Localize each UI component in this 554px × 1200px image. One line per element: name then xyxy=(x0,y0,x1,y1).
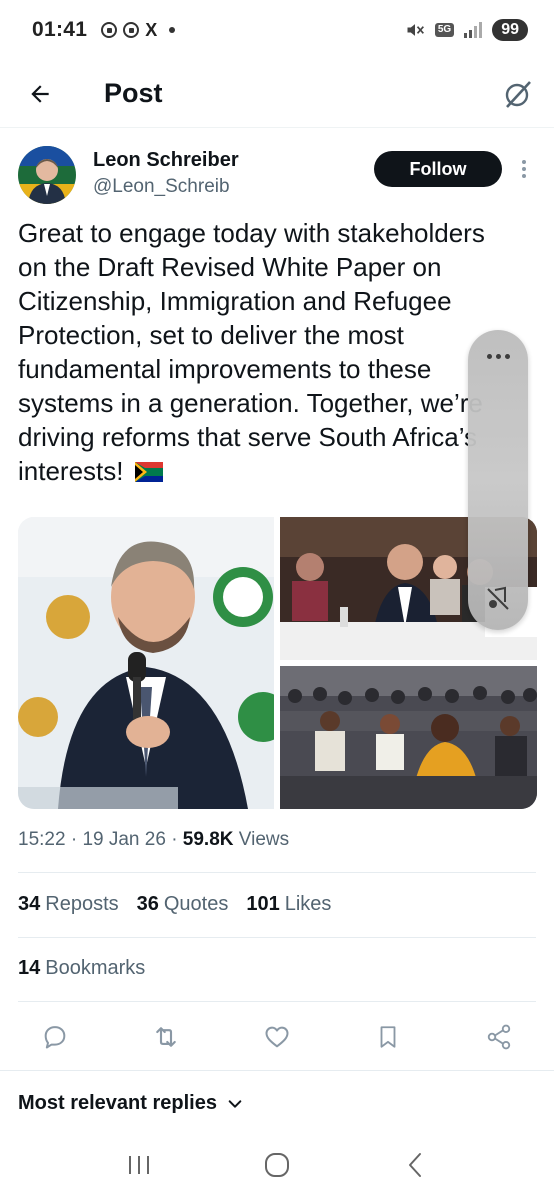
media-grid xyxy=(18,517,537,809)
meta-separator: · xyxy=(70,829,78,850)
panel-more-icon[interactable] xyxy=(468,354,528,359)
heart-icon xyxy=(265,1026,289,1048)
quotes-label: Quotes xyxy=(163,893,229,915)
panel-dot xyxy=(504,354,510,359)
follow-button[interactable]: Follow xyxy=(374,151,502,187)
reposts-count: 34 xyxy=(18,893,41,915)
bookmarks-count: 14 xyxy=(18,957,41,979)
quotes-stat[interactable]: 36 Quotes xyxy=(137,893,229,916)
avatar[interactable] xyxy=(18,146,76,204)
section-divider xyxy=(0,1070,554,1071)
photo-speaker-at-podium[interactable] xyxy=(18,517,274,809)
post-date[interactable]: 19 Jan 26 xyxy=(82,829,165,850)
bookmark-icon xyxy=(380,1026,396,1048)
page-title: Post xyxy=(104,78,163,108)
photo-conference-audience[interactable] xyxy=(280,666,537,809)
x-notification-icon: X xyxy=(145,19,158,40)
bookmarks-stat[interactable]: 14 Bookmarks xyxy=(18,957,145,980)
bookmarks-label: Bookmarks xyxy=(45,957,146,979)
post-meta: 15:22 · 19 Jan 26 · 59.8K Views xyxy=(18,829,289,851)
system-nav-bar xyxy=(0,1130,554,1200)
likes-stat[interactable]: 101 Likes xyxy=(246,893,331,916)
replies-sort-label: Most relevant replies xyxy=(18,1092,217,1114)
notification-dot-icon xyxy=(169,27,176,33)
recent-apps-icon xyxy=(129,1156,149,1174)
post-body: Great to engage today with stakeholders … xyxy=(18,218,485,486)
views-label: Views xyxy=(238,829,290,850)
divider xyxy=(18,872,536,873)
arrow-left-icon xyxy=(31,84,49,103)
status-bar: 01:41 X 5G 99 xyxy=(0,0,554,60)
reply-button[interactable] xyxy=(40,1022,70,1052)
reposts-stat[interactable]: 34 Reposts xyxy=(18,893,119,916)
panel-dot xyxy=(486,354,492,359)
more-dot xyxy=(522,167,526,171)
system-back-icon xyxy=(409,1153,421,1177)
south-africa-flag-icon xyxy=(134,462,163,482)
share-button[interactable] xyxy=(484,1022,514,1052)
soccer-ball-icon xyxy=(101,22,118,38)
views-count: 59.8K xyxy=(182,829,234,850)
panel-dot xyxy=(495,354,501,359)
grok-button[interactable] xyxy=(498,74,538,114)
avatar-image xyxy=(18,146,76,204)
recent-apps-button[interactable] xyxy=(119,1145,159,1185)
battery-indicator: 99 xyxy=(492,19,528,41)
replies-sort-dropdown[interactable]: Most relevant replies xyxy=(18,1092,243,1115)
reposts-label: Reposts xyxy=(45,893,119,915)
more-dot xyxy=(522,174,526,178)
post-header: Post xyxy=(0,60,554,128)
mute-icon xyxy=(407,24,424,36)
author-handle[interactable]: @Leon_Schreib xyxy=(93,176,230,198)
meta-separator: · xyxy=(171,829,178,850)
chevron-down-icon xyxy=(228,1099,242,1108)
author-row: Leon Schreiber @Leon_Schreib Follow xyxy=(18,145,538,205)
more-options-button[interactable] xyxy=(512,157,536,181)
divider xyxy=(18,1001,536,1002)
post-text: Great to engage today with stakeholders … xyxy=(18,216,518,488)
home-icon xyxy=(265,1153,289,1177)
divider xyxy=(18,937,536,938)
like-button[interactable] xyxy=(262,1022,292,1052)
system-back-button[interactable] xyxy=(395,1145,435,1185)
bookmark-button[interactable] xyxy=(373,1022,403,1052)
post-time[interactable]: 15:22 xyxy=(18,829,66,850)
repost-button[interactable] xyxy=(151,1022,181,1052)
repost-icon xyxy=(156,1027,176,1047)
author-name[interactable]: Leon Schreiber xyxy=(93,149,239,172)
share-icon xyxy=(487,1024,511,1050)
signal-icon xyxy=(464,22,483,38)
soccer-ball-icon xyxy=(123,22,140,38)
network-5g-icon: 5G xyxy=(434,23,455,37)
likes-label: Likes xyxy=(284,893,332,915)
floating-media-panel[interactable] xyxy=(468,330,528,630)
back-button[interactable] xyxy=(20,74,60,114)
action-bar xyxy=(18,1015,536,1059)
music-off-icon[interactable] xyxy=(485,586,511,612)
status-time: 01:41 xyxy=(32,18,88,41)
likes-count: 101 xyxy=(246,893,280,915)
grok-icon xyxy=(505,80,531,108)
more-vertical-icon xyxy=(522,160,526,164)
home-button[interactable] xyxy=(257,1145,297,1185)
engagement-stats: 34 Reposts 36 Quotes 101 Likes xyxy=(18,893,331,916)
quotes-count: 36 xyxy=(136,893,159,915)
reply-icon xyxy=(44,1026,66,1049)
